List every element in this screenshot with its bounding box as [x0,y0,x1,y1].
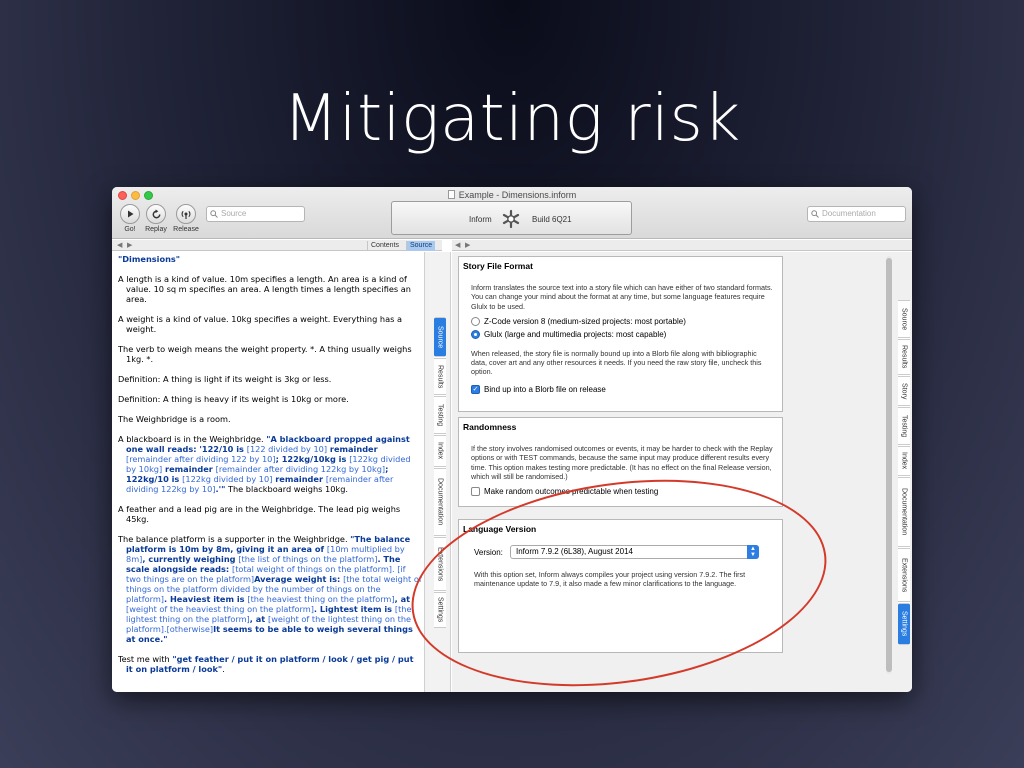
status-panel: Inform Build 6Q21 [391,201,632,235]
right-tab-story[interactable]: Story [898,376,910,406]
language-version-box: Language Version Version: Inform 7.9.2 (… [458,519,783,653]
version-select[interactable]: Inform 7.9.2 (6L38), August 2014 ▲ ▼ [510,545,759,559]
inform-logo-icon [502,209,520,229]
version-label: Version: [474,548,503,557]
source-search-input[interactable]: Source [206,206,305,222]
back-arrow-icon[interactable]: ◀ [455,240,460,251]
left-nav-bar: ◀ ▶ Contents Source [112,240,442,251]
source-pane: "Dimensions" A length is a kind of value… [112,252,424,692]
scrollbar-thumb[interactable] [886,258,892,672]
right-tab-extensions[interactable]: Extensions [898,548,910,602]
zcode-radio[interactable] [471,317,480,327]
window-title: Example - Dimensions.inform [112,190,912,200]
right-nav-bar: ◀ ▶ [452,240,912,251]
left-tab-extensions[interactable]: Extensions [434,537,446,591]
status-build-label: Build 6Q21 [532,215,572,224]
right-pane-tabs: Source Results Story Testing Index Docum… [898,300,910,645]
broadcast-icon [181,210,191,219]
replay-icon [152,208,160,218]
left-pane-tabs: Source Results Testing Index Documentati… [434,317,446,628]
release-button[interactable]: Release [168,204,204,233]
back-arrow-icon[interactable]: ◀ [117,240,122,251]
blorb-checkbox[interactable]: ✓ [471,385,480,395]
right-tab-testing[interactable]: Testing [898,407,910,445]
settings-scrollbar[interactable] [886,256,892,674]
left-tab-settings[interactable]: Settings [434,592,446,628]
search-icon [210,210,218,218]
forward-arrow-icon[interactable]: ▶ [127,240,132,251]
left-tab-documentation[interactable]: Documentation [434,468,446,536]
source-paragraph-test: Test me with "get feather / put it on pl… [118,654,414,674]
randomness-heading: Randomness [463,422,517,432]
randomness-box: Randomness If the story involves randomi… [458,417,783,507]
language-version-heading: Language Version [463,524,537,534]
right-tab-settings[interactable]: Settings [898,603,910,645]
slide-title: Mitigating risk [283,82,741,156]
blorb-option[interactable]: ✓ Bind up into a Blorb file on release [471,384,782,396]
source-paragraph-platform: The balance platform is a supporter in t… [118,534,422,644]
story-file-format-box: Story File Format Inform translates the … [458,256,783,412]
document-icon [447,190,455,199]
random-predictable-checkbox[interactable] [471,486,480,496]
left-tab-testing[interactable]: Testing [434,396,446,434]
right-tab-documentation[interactable]: Documentation [898,477,910,547]
status-app-label: Inform [469,215,492,224]
random-predictable-option[interactable]: Make random outcomes predictable when te… [471,485,782,497]
right-tab-source[interactable]: Source [898,300,910,338]
right-tab-results[interactable]: Results [898,339,910,375]
documentation-search-input[interactable]: Documentation [807,206,906,222]
glulx-option[interactable]: Glulx (large and multimedia projects: mo… [471,329,782,341]
select-stepper-icon: ▲ ▼ [747,545,759,559]
left-tab-results[interactable]: Results [434,358,446,395]
left-tab-source[interactable]: Source [434,317,446,357]
zcode-option[interactable]: Z-Code version 8 (medium-sized projects:… [471,316,782,328]
forward-arrow-icon[interactable]: ▶ [465,240,470,251]
source-text[interactable]: "Dimensions" A length is a kind of value… [118,254,422,684]
glulx-radio[interactable] [471,330,480,340]
right-tab-index[interactable]: Index [898,446,910,476]
left-tab-index[interactable]: Index [434,435,446,467]
source-paragraph-blackboard: A blackboard is in the Weighbridge. "A b… [118,434,411,494]
play-icon [128,210,134,218]
nav-tab-contents[interactable]: Contents [367,241,402,251]
titlebar: Example - Dimensions.inform Go! Replay R… [112,187,912,239]
settings-pane: Story File Format Inform translates the … [452,252,912,692]
inform-window: Example - Dimensions.inform Go! Replay R… [112,187,912,692]
story-file-format-heading: Story File Format [463,261,533,271]
search-icon [811,210,819,218]
nav-tab-source[interactable]: Source [406,241,436,251]
